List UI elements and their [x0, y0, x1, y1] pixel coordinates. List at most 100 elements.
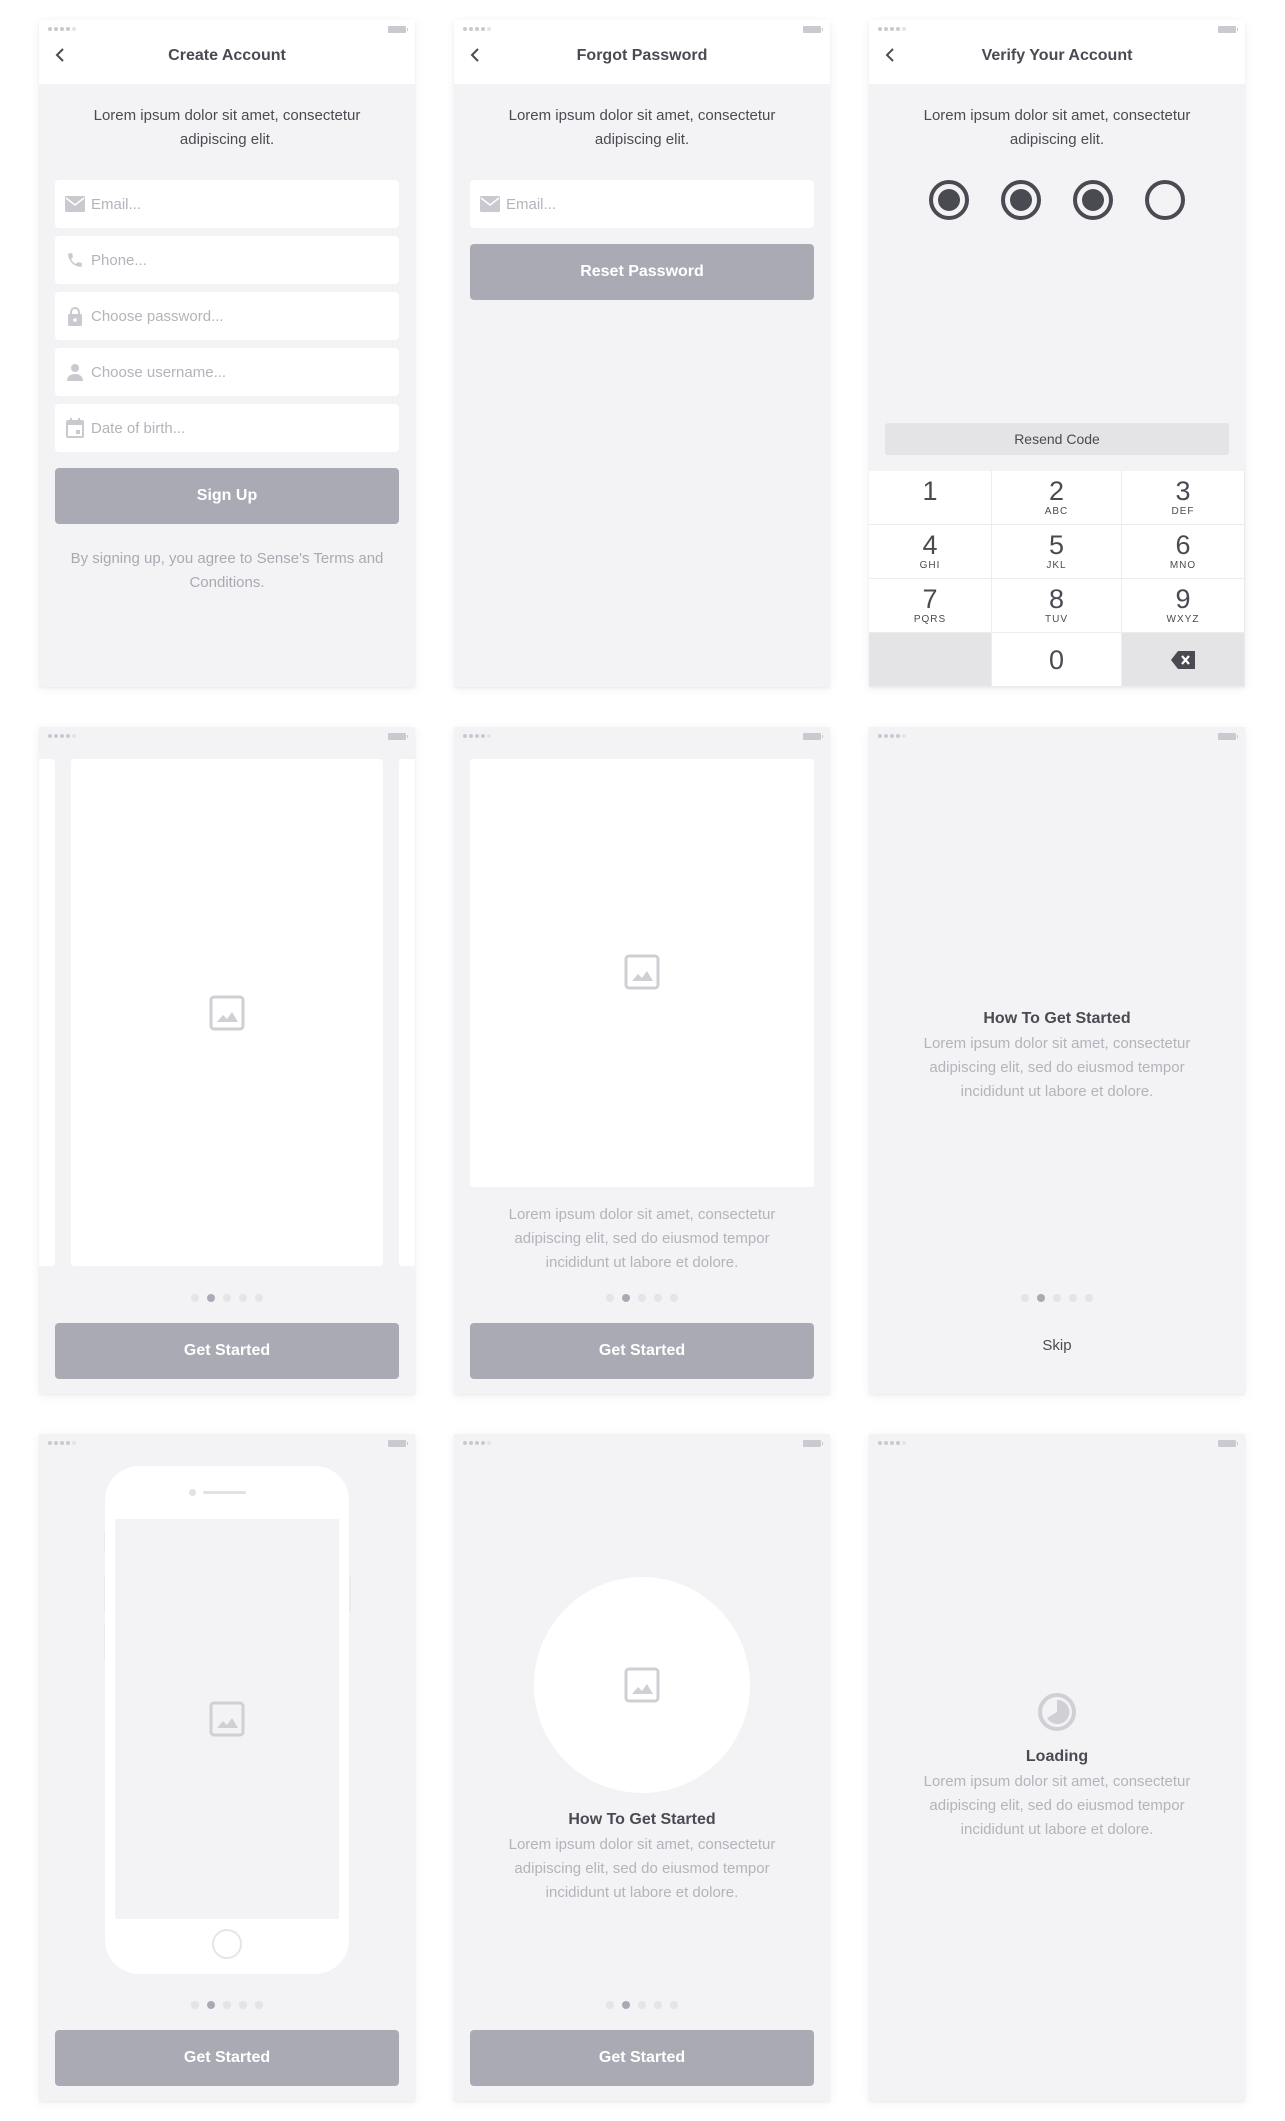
- user-icon: [65, 362, 85, 382]
- onboarding-circle-screen: How To Get Started Lorem ipsum dolor sit…: [454, 1434, 830, 2101]
- key-digit: 0: [1048, 644, 1065, 675]
- phone-field[interactable]: [55, 236, 399, 284]
- code-digit-filled: [1073, 180, 1113, 220]
- backspace-icon: [1171, 650, 1195, 669]
- key-5[interactable]: 5 JKL: [992, 525, 1122, 579]
- key-digit: 8: [1048, 584, 1065, 614]
- email-input[interactable]: [506, 195, 796, 213]
- key-letters: DEF: [1171, 506, 1195, 517]
- key-digit: 7: [922, 584, 938, 614]
- key-digit: 3: [1175, 476, 1191, 506]
- get-started-button[interactable]: Get Started: [470, 1323, 814, 1379]
- calendar-icon: [65, 418, 85, 438]
- header: Create Account: [39, 20, 415, 84]
- description-text: Lorem ipsum dolor sit amet, consectetur …: [923, 1035, 1191, 1100]
- page-dot[interactable]: [239, 1294, 247, 1302]
- key-2[interactable]: 2 ABC: [992, 471, 1122, 525]
- email-input[interactable]: [91, 195, 381, 213]
- key-4[interactable]: 4 GHI: [869, 525, 992, 579]
- image-icon: [209, 1701, 245, 1737]
- key-6[interactable]: 6 MNO: [1122, 525, 1245, 579]
- password-field[interactable]: [55, 292, 399, 340]
- phone-side-button: [349, 1576, 351, 1612]
- email-field[interactable]: [55, 180, 399, 228]
- page-dot[interactable]: [638, 1294, 646, 1302]
- page-dot[interactable]: [239, 2001, 247, 2009]
- key-8[interactable]: 8 TUV: [992, 579, 1122, 633]
- key-letters: GHI: [919, 560, 941, 571]
- page-dot-active[interactable]: [1037, 1294, 1045, 1302]
- username-field[interactable]: [55, 348, 399, 396]
- key-1[interactable]: 1: [869, 471, 992, 525]
- key-9[interactable]: 9 WXYZ: [1122, 579, 1245, 633]
- sign-up-button[interactable]: Sign Up: [55, 468, 399, 524]
- page-dot[interactable]: [223, 1294, 231, 1302]
- skip-button[interactable]: Skip: [869, 1337, 1245, 1354]
- key-0[interactable]: 0: [992, 633, 1122, 687]
- page-dot[interactable]: [1085, 1294, 1093, 1302]
- page-dot[interactable]: [1053, 1294, 1061, 1302]
- description-text: Lorem ipsum dolor sit amet, consectetur …: [923, 1773, 1191, 1838]
- next-card[interactable]: [399, 759, 415, 1266]
- phone-input[interactable]: [91, 251, 381, 269]
- page-dot[interactable]: [654, 1294, 662, 1302]
- terms-text: By signing up, you agree to Sense's Term…: [70, 550, 384, 591]
- page-indicator: [869, 1294, 1245, 1302]
- password-input[interactable]: [91, 307, 381, 325]
- page-indicator: [39, 2001, 415, 2009]
- username-input[interactable]: [91, 363, 381, 381]
- get-started-button[interactable]: Get Started: [470, 2030, 814, 2086]
- key-7[interactable]: 7 PQRS: [869, 579, 992, 633]
- key-digit: 4: [922, 530, 938, 560]
- page-dot[interactable]: [638, 2001, 646, 2009]
- signal-icon: [463, 734, 491, 738]
- page-dot[interactable]: [191, 2001, 199, 2009]
- page-dot[interactable]: [606, 1294, 614, 1302]
- page-dot[interactable]: [1021, 1294, 1029, 1302]
- loading-screen: Loading Lorem ipsum dolor sit amet, cons…: [869, 1434, 1245, 2101]
- key-3[interactable]: 3 DEF: [1122, 471, 1245, 525]
- carousel-card[interactable]: [71, 759, 383, 1266]
- numeric-keypad: 1 2 ABC 3 DEF 4 GHI 5 JKL 6 MNO 7 PQRS 8 TUV 9 WXYZ 0: [869, 471, 1245, 687]
- onboarding-card-text-screen: Lorem ipsum dolor sit amet, consectetur …: [454, 727, 830, 1394]
- previous-card[interactable]: [39, 759, 55, 1266]
- get-started-button[interactable]: Get Started: [55, 2030, 399, 2086]
- signal-icon: [878, 27, 906, 31]
- get-started-button[interactable]: Get Started: [55, 1323, 399, 1379]
- page-dot[interactable]: [670, 1294, 678, 1302]
- key-letters: TUV: [1045, 614, 1068, 625]
- phone-icon: [65, 250, 85, 270]
- signal-icon: [878, 1441, 906, 1445]
- page-dot[interactable]: [223, 2001, 231, 2009]
- email-field[interactable]: [470, 180, 814, 228]
- signal-icon: [463, 1441, 491, 1445]
- page-title: Verify Your Account: [981, 47, 1133, 64]
- key-backspace[interactable]: [1122, 633, 1245, 687]
- status-bar: [39, 20, 415, 40]
- page-dot[interactable]: [255, 1294, 263, 1302]
- carousel-card[interactable]: [470, 759, 814, 1187]
- page-dot-active[interactable]: [207, 1294, 215, 1302]
- page-dot-active[interactable]: [622, 2001, 630, 2009]
- page-dot[interactable]: [654, 2001, 662, 2009]
- key-digit: 1: [922, 476, 938, 506]
- heading: How To Get Started: [568, 1811, 716, 1828]
- page-dot[interactable]: [191, 1294, 199, 1302]
- phone-speaker: [203, 1491, 246, 1494]
- key-letters: JKL: [1046, 560, 1067, 571]
- date-of-birth-field[interactable]: [55, 404, 399, 452]
- mail-icon: [480, 194, 500, 214]
- verify-account-screen: Verify Your Account Lorem ipsum dolor si…: [869, 20, 1245, 687]
- reset-password-button[interactable]: Reset Password: [470, 244, 814, 300]
- status-bar: [454, 727, 830, 747]
- resend-code-button[interactable]: Resend Code: [885, 423, 1229, 455]
- page-dot[interactable]: [670, 2001, 678, 2009]
- date-of-birth-input[interactable]: [91, 419, 381, 437]
- page-dot[interactable]: [1069, 1294, 1077, 1302]
- page-dot-active[interactable]: [622, 1294, 630, 1302]
- header: Forgot Password: [454, 20, 830, 84]
- page-dot[interactable]: [606, 2001, 614, 2009]
- page-dot[interactable]: [255, 2001, 263, 2009]
- status-bar: [454, 20, 830, 40]
- page-dot-active[interactable]: [207, 2001, 215, 2009]
